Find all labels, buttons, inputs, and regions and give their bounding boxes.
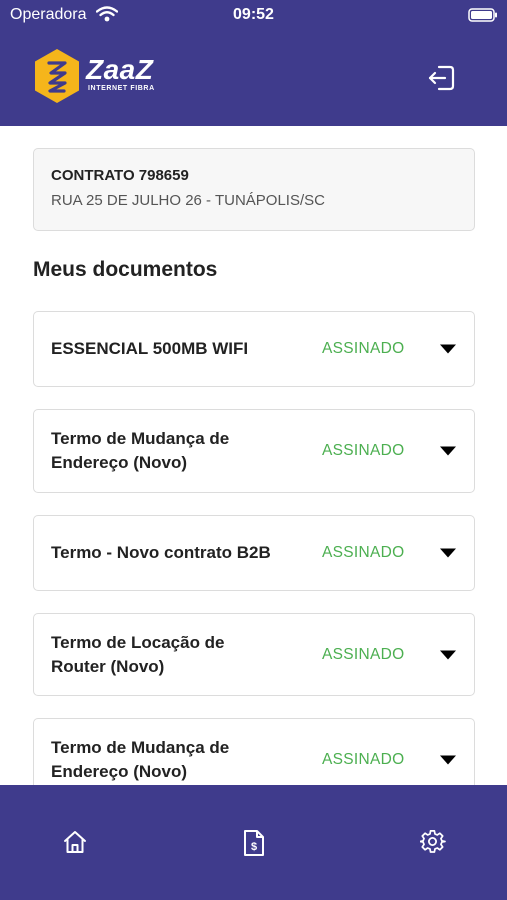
document-item[interactable]: Termo - Novo contrato B2B ASSINADO xyxy=(33,515,475,591)
caret-down-icon[interactable] xyxy=(440,650,456,659)
document-item[interactable]: Termo de Locação de Router (Novo) ASSINA… xyxy=(33,613,475,696)
document-status: ASSINADO xyxy=(322,544,405,561)
document-status: ASSINADO xyxy=(322,645,405,663)
logout-icon[interactable] xyxy=(426,63,456,98)
clock: 09:52 xyxy=(233,6,274,23)
contract-card[interactable]: CONTRATO 798659 RUA 25 DE JULHO 26 - TUN… xyxy=(33,148,475,231)
main-content[interactable]: CONTRATO 798659 RUA 25 DE JULHO 26 - TUN… xyxy=(0,126,507,785)
home-icon[interactable] xyxy=(62,829,88,860)
caret-down-icon[interactable] xyxy=(440,446,456,456)
document-status: ASSINADO xyxy=(322,442,405,459)
caret-down-icon[interactable] xyxy=(440,548,456,558)
document-item[interactable]: ESSENCIAL 500MB WIFI ASSINADO xyxy=(33,311,475,387)
document-item[interactable]: Termo de Mudança de Endereço (Novo) ASSI… xyxy=(33,718,475,785)
logo-subtitle: INTERNET FIBRA xyxy=(88,85,155,92)
svg-text:$: $ xyxy=(251,841,257,853)
document-name: ESSENCIAL 500MB WIFI xyxy=(51,339,249,358)
document-name: Termo - Novo contrato B2B xyxy=(51,543,271,562)
document-item[interactable]: Termo de Mudança de Endereço (Novo) ASSI… xyxy=(33,409,475,493)
status-bar: Operadora 09:52 xyxy=(0,0,507,30)
gear-icon[interactable] xyxy=(419,829,446,860)
tab-bar: $ xyxy=(0,785,507,900)
caret-down-icon[interactable] xyxy=(440,755,456,765)
document-status: ASSINADO xyxy=(322,751,405,768)
document-name: Termo de Mudança de Endereço (Novo) xyxy=(51,738,230,781)
invoice-icon[interactable]: $ xyxy=(242,829,266,862)
logo-text: ZaaZ xyxy=(86,54,154,85)
battery-icon xyxy=(468,8,498,27)
document-status: ASSINADO xyxy=(322,340,405,357)
contract-title: CONTRATO 798659 xyxy=(51,167,189,184)
zaaz-logo-icon xyxy=(33,48,81,109)
app-header: Operadora 09:52 ZaaZ INTERNET FIBRA xyxy=(0,0,507,126)
document-name: Termo de Locação de Router (Novo) xyxy=(51,632,225,676)
contract-address: RUA 25 DE JULHO 26 - TUNÁPOLIS/SC xyxy=(51,192,325,209)
caret-down-icon[interactable] xyxy=(440,344,456,354)
section-title: Meus documentos xyxy=(33,258,218,281)
document-name: Termo de Mudança de Endereço (Novo) xyxy=(51,429,230,472)
